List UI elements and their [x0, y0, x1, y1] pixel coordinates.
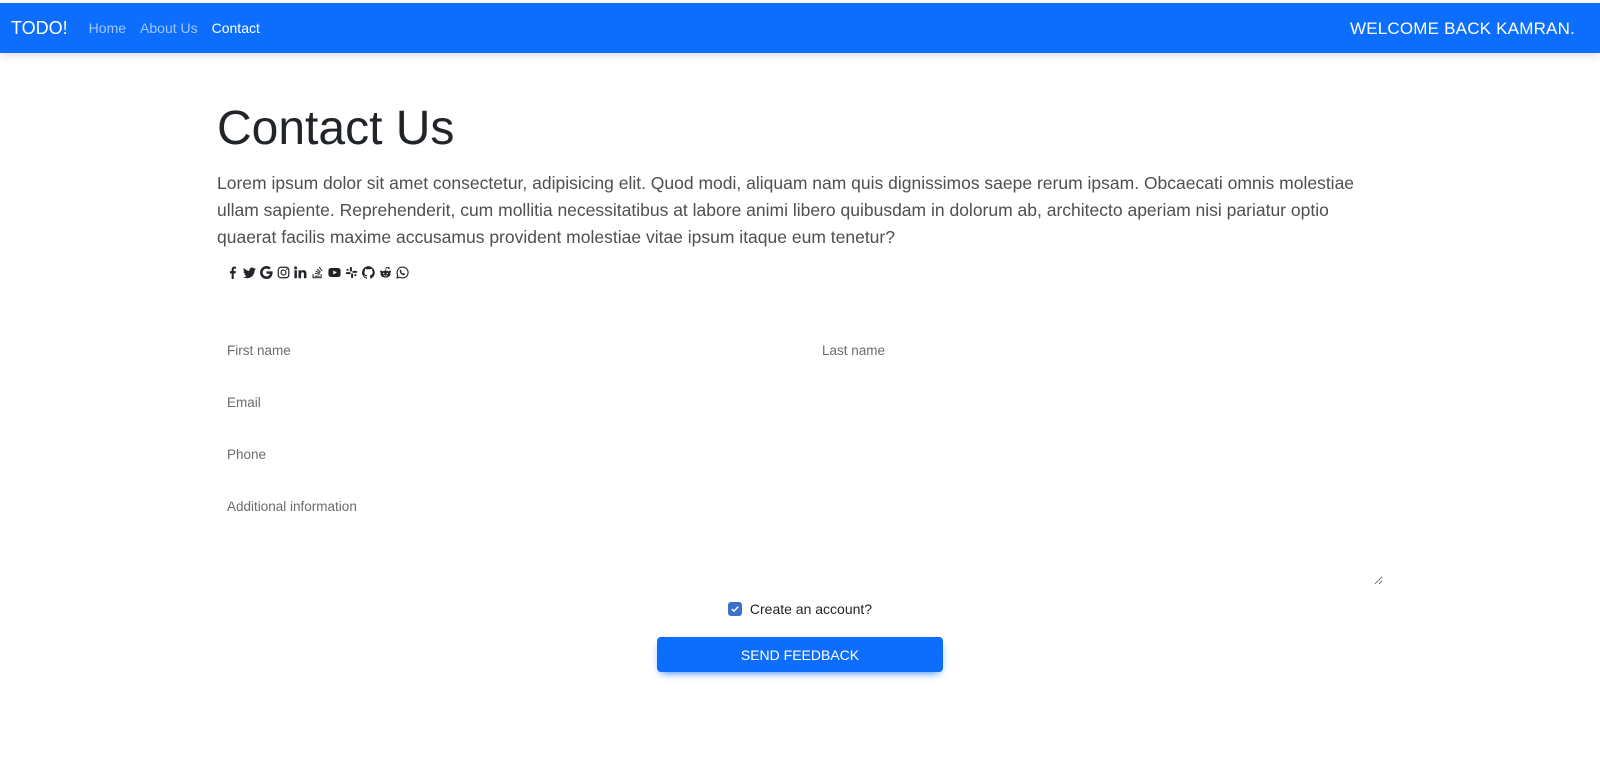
- create-account-checkbox[interactable]: [727, 602, 742, 617]
- youtube-icon[interactable]: [328, 266, 341, 279]
- first-name-input[interactable]: [217, 333, 788, 370]
- facebook-icon[interactable]: [226, 266, 239, 279]
- email-field: Email: [217, 385, 1383, 422]
- google-icon[interactable]: [260, 265, 273, 279]
- nav-link-contact[interactable]: Contact: [212, 20, 260, 36]
- last-name-field: Last name: [812, 333, 1383, 370]
- create-account-label[interactable]: Create an account?: [750, 601, 872, 617]
- navbar: TODO! Home About Us Contact WELCOME BACK…: [0, 3, 1600, 53]
- stack-overflow-icon[interactable]: [311, 266, 324, 279]
- brand-logo[interactable]: TODO!: [11, 18, 68, 39]
- lead-paragraph: Lorem ipsum dolor sit amet consectetur, …: [217, 173, 1355, 248]
- last-name-input[interactable]: [812, 333, 1383, 370]
- submit-row: SEND FEEDBACK: [217, 637, 1383, 673]
- name-row: First name Last name: [217, 333, 1383, 385]
- nav-link-home[interactable]: Home: [89, 20, 126, 36]
- additional-info-textarea[interactable]: [217, 489, 1383, 586]
- twitter-icon[interactable]: [243, 266, 256, 279]
- linkedin-icon[interactable]: [294, 266, 307, 279]
- additional-info-field: Additional information: [217, 489, 1383, 586]
- phone-input[interactable]: [217, 437, 1383, 474]
- welcome-message: WELCOME BACK KAMRAN.: [1349, 19, 1575, 38]
- send-feedback-button[interactable]: SEND FEEDBACK: [657, 637, 943, 673]
- whatsapp-icon[interactable]: [396, 266, 409, 279]
- first-name-field: First name: [217, 333, 788, 370]
- slack-icon[interactable]: [345, 266, 358, 279]
- social-links: [226, 263, 1383, 281]
- instagram-icon[interactable]: [277, 266, 290, 279]
- checkmark-icon: [731, 606, 739, 613]
- nav-links: Home About Us Contact: [89, 20, 274, 36]
- contact-form: First name Last name Email Phone Additio…: [217, 333, 1383, 673]
- page-title: Contact Us: [217, 102, 455, 155]
- phone-field: Phone: [217, 437, 1383, 474]
- github-icon[interactable]: [362, 265, 375, 279]
- email-input[interactable]: [217, 385, 1383, 422]
- main-content: Contact Us Lorem ipsum dolor sit amet co…: [217, 53, 1383, 673]
- create-account-row: Create an account?: [217, 601, 1383, 617]
- reddit-icon[interactable]: [379, 266, 392, 279]
- nav-link-about[interactable]: About Us: [140, 20, 198, 36]
